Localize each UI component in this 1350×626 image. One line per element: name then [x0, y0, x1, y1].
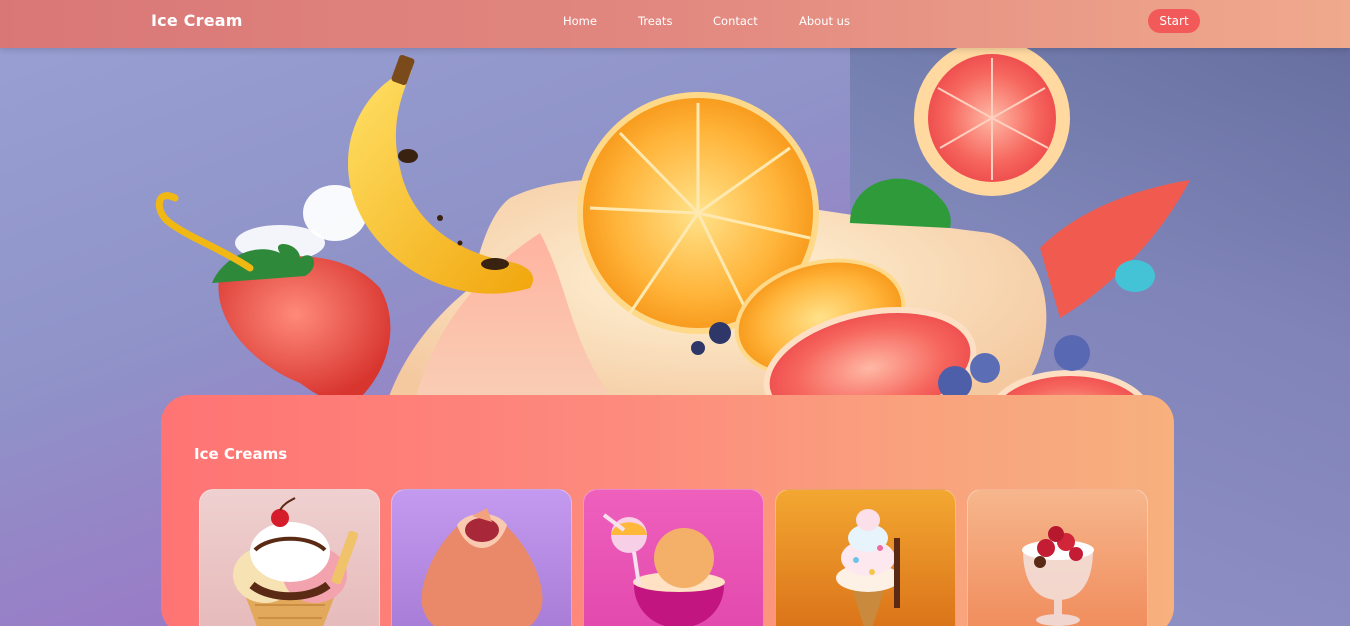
- section-title: Ice Creams: [194, 445, 288, 463]
- brand-logo[interactable]: Ice Cream: [151, 11, 243, 30]
- start-button[interactable]: Start: [1148, 9, 1200, 33]
- hero-fruit-illustration: [155, 48, 1190, 428]
- ice-creams-panel: Ice Creams: [161, 395, 1174, 626]
- card-bowl-scoop[interactable]: [583, 489, 764, 626]
- card-peach-scoop[interactable]: [391, 489, 572, 626]
- nav-link-about[interactable]: About us: [799, 14, 850, 28]
- sundae-cone-image: [233, 497, 359, 626]
- nav-link-contact[interactable]: Contact: [713, 14, 758, 28]
- peach-scoop-image: [421, 508, 543, 626]
- soft-serve-cone-image: [836, 509, 900, 626]
- nav-link-treats[interactable]: Treats: [638, 14, 672, 28]
- berry-cup-image: [1022, 526, 1094, 626]
- bowl-scoop-image: [602, 513, 725, 626]
- nav-link-home[interactable]: Home: [563, 14, 597, 28]
- card-soft-serve-cone[interactable]: [775, 489, 956, 626]
- card-sundae-cone[interactable]: [199, 489, 380, 626]
- navbar: Ice Cream Home Treats Contact About us S…: [0, 0, 1350, 48]
- card-berry-cup[interactable]: [967, 489, 1148, 626]
